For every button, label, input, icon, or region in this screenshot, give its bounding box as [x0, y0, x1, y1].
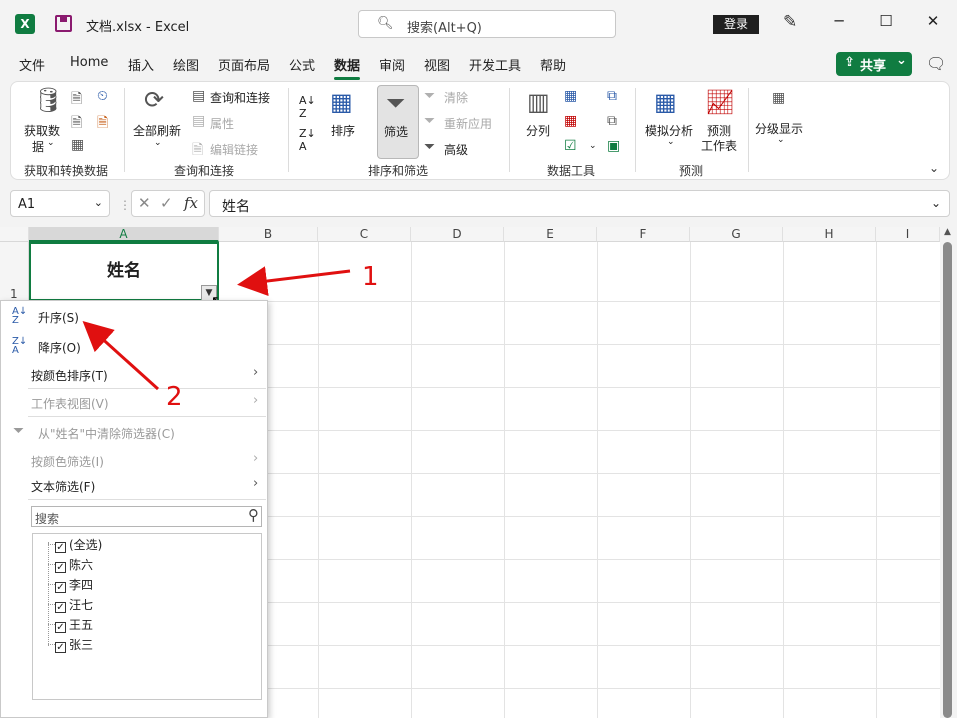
annotation-label-2: 2: [166, 382, 183, 412]
annotation-arrows: [82, 266, 351, 391]
annotation-label-1: 1: [362, 262, 379, 292]
annotation-arrow-1: [237, 266, 351, 296]
annotation-arrow-2: [82, 320, 160, 391]
